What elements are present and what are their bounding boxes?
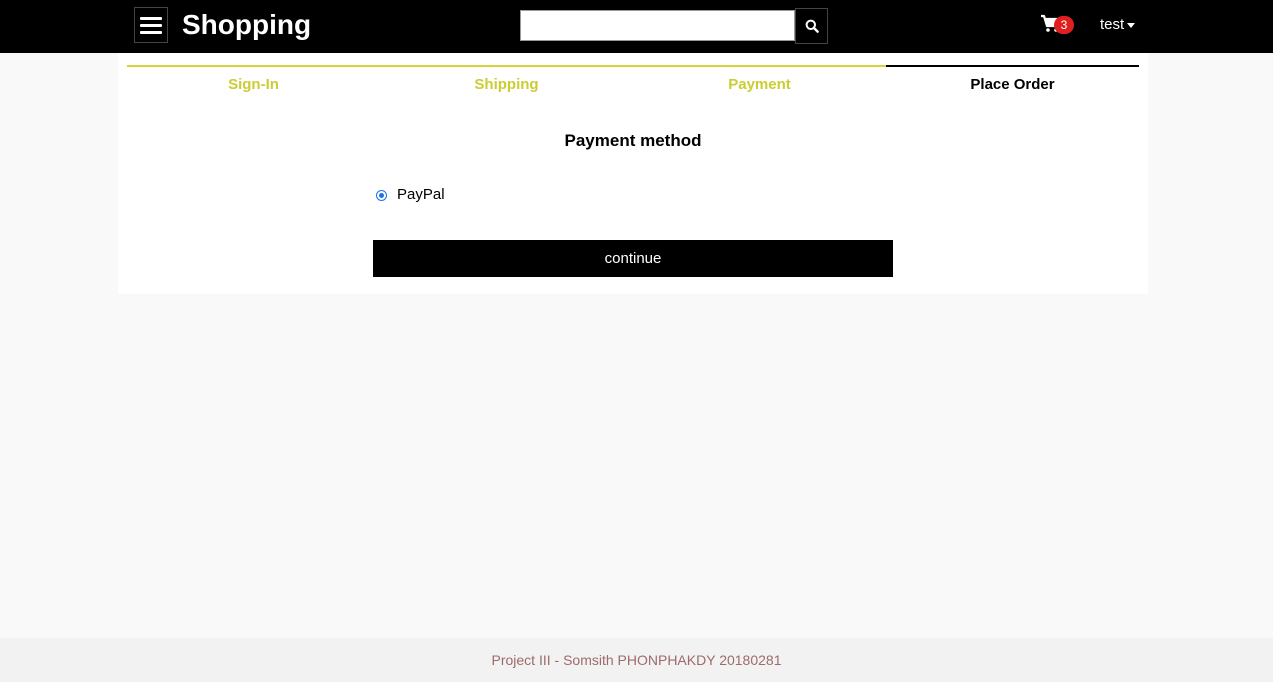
payment-option-paypal[interactable]: PayPal — [376, 186, 445, 204]
top-navbar: Shopping 3 test — [0, 0, 1273, 53]
step-shipping: Shipping — [380, 65, 633, 95]
checkout-card: Sign-In Shipping Payment Place Order Pay… — [118, 53, 1148, 294]
paypal-radio[interactable] — [376, 189, 387, 201]
hamburger-icon — [140, 16, 162, 20]
footer-text: Project III - Somsith PHONPHAKDY 2018028… — [491, 652, 782, 668]
checkout-steps: Sign-In Shipping Payment Place Order — [127, 65, 1139, 95]
radio-selected-dot — [379, 192, 384, 198]
footer: Project III - Somsith PHONPHAKDY 2018028… — [0, 638, 1273, 682]
brand-logo-link[interactable]: Shopping — [182, 8, 311, 42]
paypal-label[interactable]: PayPal — [397, 186, 445, 204]
hamburger-icon-bar — [140, 30, 162, 34]
step-payment: Payment — [633, 65, 886, 95]
user-dropdown[interactable]: test — [1100, 15, 1136, 35]
user-name: test — [1100, 16, 1125, 33]
continue-button[interactable]: continue — [373, 240, 893, 277]
cart-link[interactable]: 3 — [1040, 12, 1076, 38]
payment-method-title: Payment method — [564, 131, 702, 150]
caret-down-icon — [1127, 23, 1136, 28]
step-place-order: Place Order — [886, 65, 1139, 95]
search-icon — [805, 19, 819, 33]
cart-count-badge: 3 — [1054, 16, 1074, 34]
search-input[interactable] — [520, 10, 795, 41]
menu-button[interactable] — [134, 7, 168, 43]
step-sign-in: Sign-In — [127, 65, 380, 95]
hamburger-icon-bar — [140, 23, 162, 27]
search-button[interactable] — [795, 8, 828, 44]
